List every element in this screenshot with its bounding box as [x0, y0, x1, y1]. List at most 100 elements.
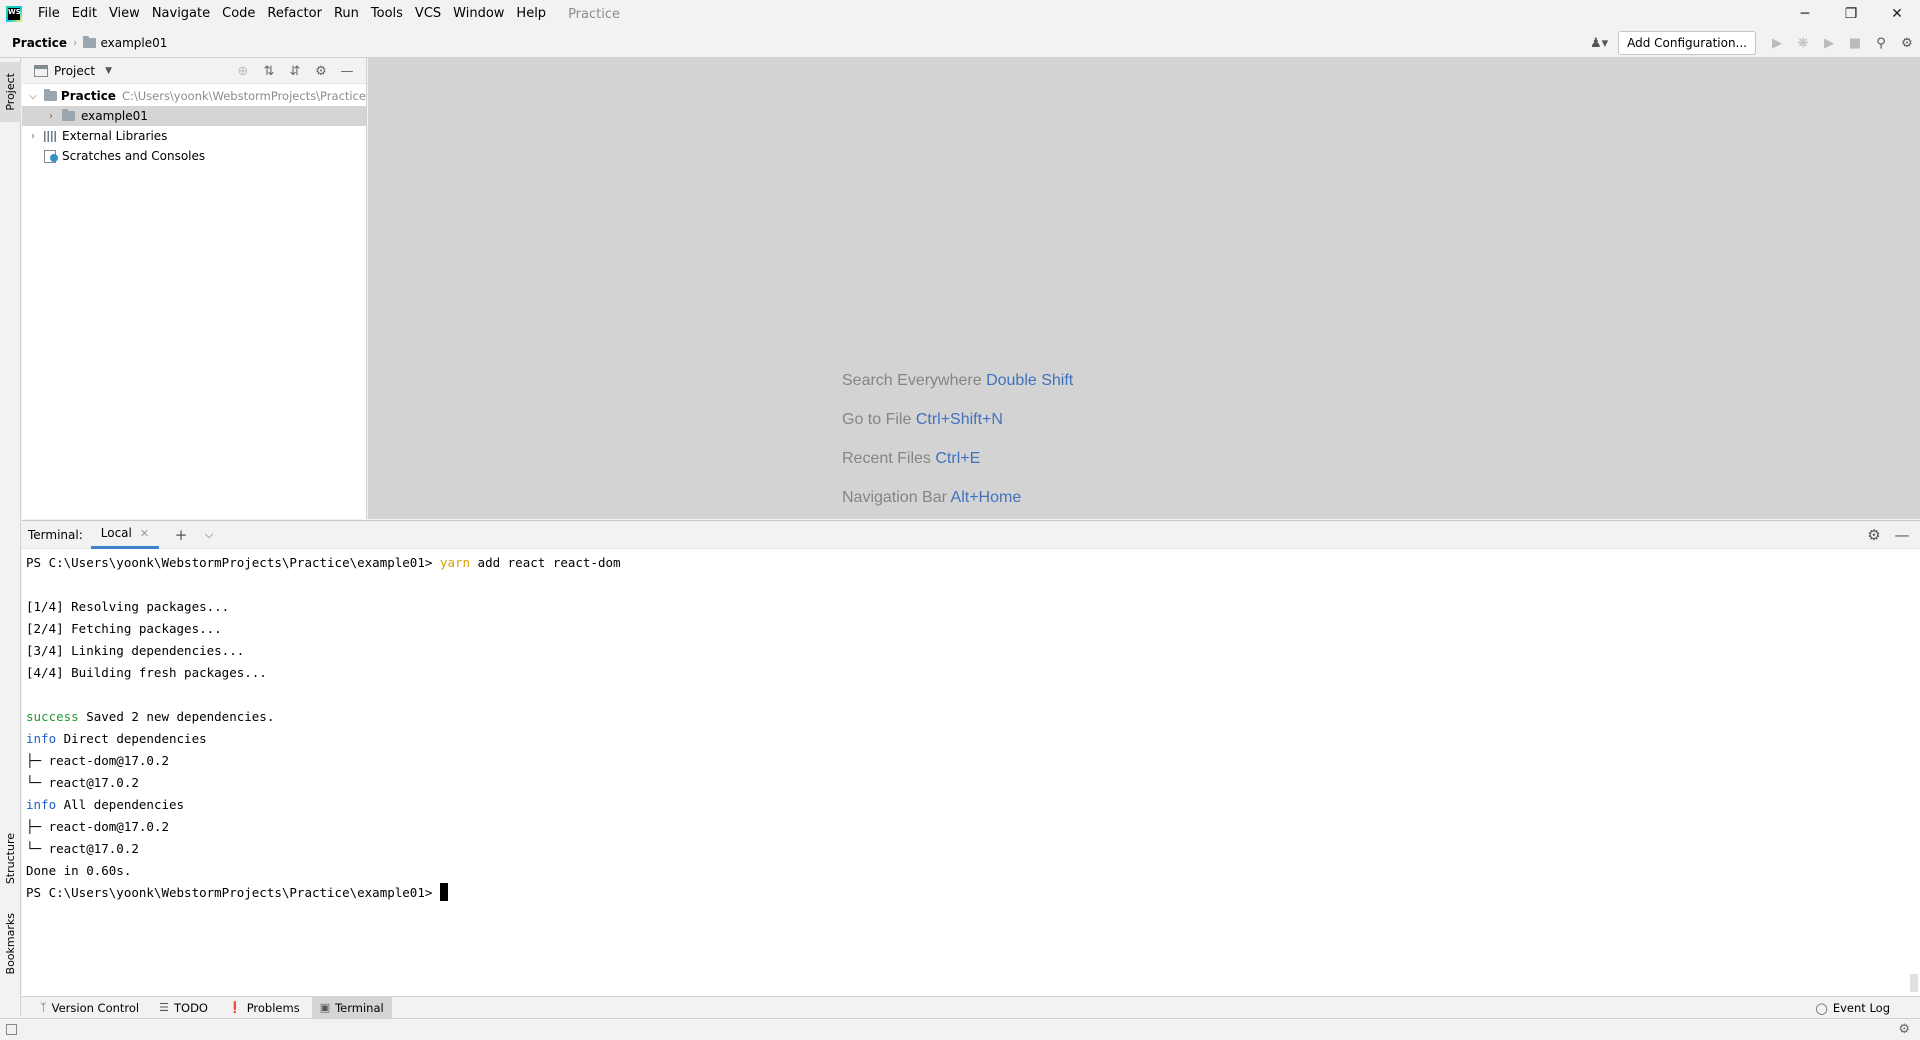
hint-label: Go to File — [842, 411, 912, 428]
menu-navigate[interactable]: Navigate — [146, 0, 216, 28]
text-cursor — [439, 883, 448, 901]
menu-file[interactable]: File — [32, 0, 66, 28]
status-bar: ⚙ — [0, 1018, 1920, 1040]
restore-button[interactable]: ❐ — [1828, 0, 1874, 28]
close-button[interactable]: ✕ — [1874, 0, 1920, 28]
breadcrumb-folder[interactable]: example01 — [100, 36, 167, 50]
navigation-bar: Practice › example01 ♟▾ Add Configuratio… — [0, 28, 1920, 58]
terminal-line: [3/4] Linking dependencies... — [26, 643, 245, 658]
success-keyword: success — [26, 709, 79, 724]
terminal-panel: Terminal: Local ✕ + ⌵ ⚙ — PS C:\Users\yo… — [22, 520, 1920, 996]
hint-label: Search Everywhere — [842, 372, 982, 389]
project-panel-header: Project ▼ ⊕ ⇅ ⇵ ⚙ — — [22, 58, 366, 84]
tab-event-log[interactable]: ◯ Event Log — [1816, 997, 1890, 1019]
panel-settings-gear-icon[interactable]: ⚙ — [308, 60, 334, 82]
hide-panel-icon[interactable]: — — [334, 60, 360, 82]
terminal-line: [4/4] Building fresh packages... — [26, 665, 267, 680]
menu-edit[interactable]: Edit — [66, 0, 103, 28]
menu-code[interactable]: Code — [216, 0, 261, 28]
expand-all-icon[interactable]: ⇅ — [256, 60, 282, 82]
search-icon[interactable]: ⚲ — [1868, 32, 1894, 54]
tool-window-bar: ᛉ Version Control ☰ TODO ❗ Problems ▣ Te… — [22, 996, 1920, 1019]
collapsed-arrow-icon[interactable]: › — [44, 111, 58, 122]
command-yarn: yarn — [439, 555, 471, 570]
toggle-tool-windows-icon[interactable] — [6, 1024, 17, 1035]
editor-area[interactable]: Search Everywhere Double Shift Go to Fil… — [368, 58, 1920, 519]
stripe-tab-bookmarks[interactable]: Bookmarks — [0, 904, 21, 984]
hint-navigation-bar: Navigation Bar Alt+Home — [842, 489, 1021, 507]
terminal-line: ├─ react-dom@17.0.2 — [26, 819, 169, 834]
terminal-line: └─ react@17.0.2 — [26, 841, 139, 856]
terminal-settings-gear-icon[interactable]: ⚙ — [1862, 526, 1886, 544]
project-view-selector[interactable]: Project — [54, 64, 95, 78]
stop-icon[interactable]: ■ — [1842, 32, 1868, 54]
hint-label: Recent Files — [842, 450, 931, 467]
terminal-line: info Direct dependencies — [26, 728, 1916, 750]
terminal-output[interactable]: PS C:\Users\yoonk\WebstormProjects\Pract… — [22, 549, 1920, 907]
prompt: PS C:\Users\yoonk\WebstormProjects\Pract… — [26, 885, 433, 900]
stripe-tab-project[interactable]: Project — [0, 62, 21, 122]
tab-version-control[interactable]: ᛉ Version Control — [32, 997, 147, 1019]
settings-gear-icon[interactable]: ⚙ — [1894, 32, 1920, 54]
left-tool-stripe: Project Structure Bookmarks — [0, 58, 21, 1016]
coverage-icon[interactable]: ▶ — [1816, 32, 1842, 54]
webstorm-logo-icon: WS — [6, 6, 22, 22]
chevron-down-icon[interactable]: ⌵ — [197, 528, 221, 542]
window-controls: ─ ❐ ✕ — [1782, 0, 1920, 28]
collapsed-arrow-icon[interactable]: › — [26, 131, 40, 142]
stripe-project-label: Project — [4, 73, 17, 111]
status-settings-gear-icon[interactable]: ⚙ — [1898, 1022, 1910, 1037]
info-message: All dependencies — [56, 797, 185, 812]
close-tab-icon[interactable]: ✕ — [140, 527, 149, 540]
terminal-line: ├─ react-dom@17.0.2 — [26, 753, 169, 768]
tree-scratches-label: Scratches and Consoles — [62, 149, 206, 163]
tree-item-external-libraries[interactable]: › External Libraries — [22, 126, 366, 146]
debug-icon[interactable]: ❋ — [1790, 32, 1816, 54]
terminal-title: Terminal: — [28, 527, 83, 542]
menu-view[interactable]: View — [103, 0, 146, 28]
stripe-bookmarks-label: Bookmarks — [4, 913, 17, 975]
tree-item-example01[interactable]: › example01 — [22, 106, 366, 126]
main-menu: File Edit View Navigate Code Refactor Ru… — [32, 0, 552, 28]
hide-terminal-icon[interactable]: — — [1890, 526, 1914, 544]
menu-refactor[interactable]: Refactor — [261, 0, 328, 28]
menu-vcs[interactable]: VCS — [409, 0, 447, 28]
tree-item-root[interactable]: ⌵ Practice C:\Users\yoonk\WebstormProjec… — [22, 86, 366, 106]
terminal-line: Done in 0.60s. — [26, 863, 132, 878]
terminal-icon: ▣ — [319, 1001, 331, 1014]
tab-terminal[interactable]: ▣ Terminal — [311, 996, 392, 1019]
menu-help[interactable]: Help — [510, 0, 552, 28]
tab-todo[interactable]: ☰ TODO — [151, 997, 216, 1019]
tab-problems[interactable]: ❗ Problems — [220, 997, 308, 1019]
hint-go-to-file: Go to File Ctrl+Shift+N — [842, 411, 1003, 429]
menu-tools[interactable]: Tools — [365, 0, 409, 28]
hint-label: Navigation Bar — [842, 489, 947, 506]
tree-external-libraries-label: External Libraries — [62, 129, 168, 143]
folder-icon — [83, 35, 97, 48]
expanded-arrow-icon[interactable]: ⌵ — [26, 91, 40, 102]
tree-item-scratches[interactable]: Scratches and Consoles — [22, 146, 366, 166]
terminal-scrollbar[interactable] — [1910, 974, 1918, 992]
add-configuration-button[interactable]: Add Configuration... — [1618, 31, 1756, 55]
command-args: add react react-dom — [470, 555, 621, 570]
chevron-down-icon[interactable]: ▼ — [105, 66, 112, 76]
run-icon[interactable]: ▶ — [1764, 32, 1790, 54]
terminal-line: [2/4] Fetching packages... — [26, 621, 222, 636]
collapse-all-icon[interactable]: ⇵ — [282, 60, 308, 82]
locate-file-icon[interactable]: ⊕ — [230, 60, 256, 82]
new-tab-plus-icon[interactable]: + — [169, 526, 193, 544]
title-bar: WS File Edit View Navigate Code Refactor… — [0, 0, 1920, 28]
terminal-tab-local[interactable]: Local ✕ — [90, 521, 160, 549]
terminal-line: [1/4] Resolving packages... — [26, 599, 230, 614]
user-account-icon[interactable]: ♟▾ — [1586, 32, 1612, 54]
window-title: Practice — [568, 6, 620, 22]
minimize-button[interactable]: ─ — [1782, 0, 1828, 28]
menu-window[interactable]: Window — [447, 0, 510, 28]
prompt: PS C:\Users\yoonk\WebstormProjects\Pract… — [26, 555, 433, 570]
stripe-tab-structure[interactable]: Structure — [0, 823, 21, 895]
menu-run[interactable]: Run — [328, 0, 365, 28]
breadcrumb-separator-icon: › — [73, 36, 78, 49]
folder-icon — [43, 89, 57, 101]
breadcrumb-project[interactable]: Practice — [12, 36, 67, 50]
